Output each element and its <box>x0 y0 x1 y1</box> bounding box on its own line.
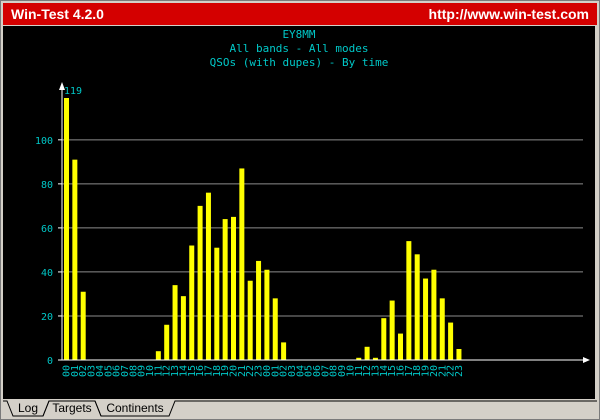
y-tick-label: 0 <box>47 356 53 367</box>
x-tick-label: 23 <box>454 365 465 377</box>
bar <box>164 324 170 360</box>
bar <box>205 192 211 360</box>
qso-rate-chart: EY8MMAll bands - All modesQSOs (with dup… <box>35 28 590 377</box>
bar <box>389 300 395 360</box>
y-tick-label: 40 <box>41 268 53 279</box>
bar <box>264 269 270 360</box>
bar <box>72 159 78 360</box>
chart-title-line: QSOs (with dupes) - By time <box>210 56 389 69</box>
bar <box>381 318 387 360</box>
bar <box>439 298 445 360</box>
y-tick-label: 100 <box>35 136 53 147</box>
bar <box>239 168 245 360</box>
bar <box>64 98 69 360</box>
bar <box>281 342 287 360</box>
bar <box>189 245 195 360</box>
website-link[interactable]: http://www.win-test.com <box>429 6 589 22</box>
tab-bar: Log Targets Continents <box>3 400 597 418</box>
bar <box>423 278 429 360</box>
x-axis-arrow <box>583 357 590 363</box>
bar <box>214 247 220 360</box>
bar <box>448 322 454 360</box>
app-window: Win-Test 4.2.0 http://www.win-test.com E… <box>0 0 600 420</box>
bar <box>222 219 228 360</box>
chart-title-line: All bands - All modes <box>229 42 368 55</box>
tab-targets[interactable]: Targets <box>49 400 95 416</box>
bar <box>364 346 370 360</box>
bar <box>414 254 420 360</box>
bar <box>172 285 178 360</box>
bar <box>180 296 186 360</box>
chart-area: EY8MM All bands - All modes QSOs (with dup… <box>3 26 595 399</box>
bar <box>247 280 253 360</box>
bar <box>272 298 278 360</box>
bar <box>231 216 236 360</box>
tab-log[interactable]: Log <box>13 400 43 416</box>
max-value-label: 119 <box>64 86 82 97</box>
y-tick-label: 20 <box>41 312 53 323</box>
bar <box>197 205 203 360</box>
tab-continents[interactable]: Continents <box>101 400 169 416</box>
bar <box>155 351 161 360</box>
bar <box>456 348 462 360</box>
y-tick-label: 80 <box>41 180 53 191</box>
y-tick-label: 60 <box>41 224 53 235</box>
bar <box>398 333 403 360</box>
bar <box>431 269 437 360</box>
bar <box>256 260 262 360</box>
bar <box>406 241 412 360</box>
chart-title-line: EY8MM <box>282 28 315 41</box>
bar <box>80 291 86 360</box>
app-title: Win-Test 4.2.0 <box>11 6 104 22</box>
title-bar[interactable]: Win-Test 4.2.0 http://www.win-test.com <box>3 3 597 25</box>
